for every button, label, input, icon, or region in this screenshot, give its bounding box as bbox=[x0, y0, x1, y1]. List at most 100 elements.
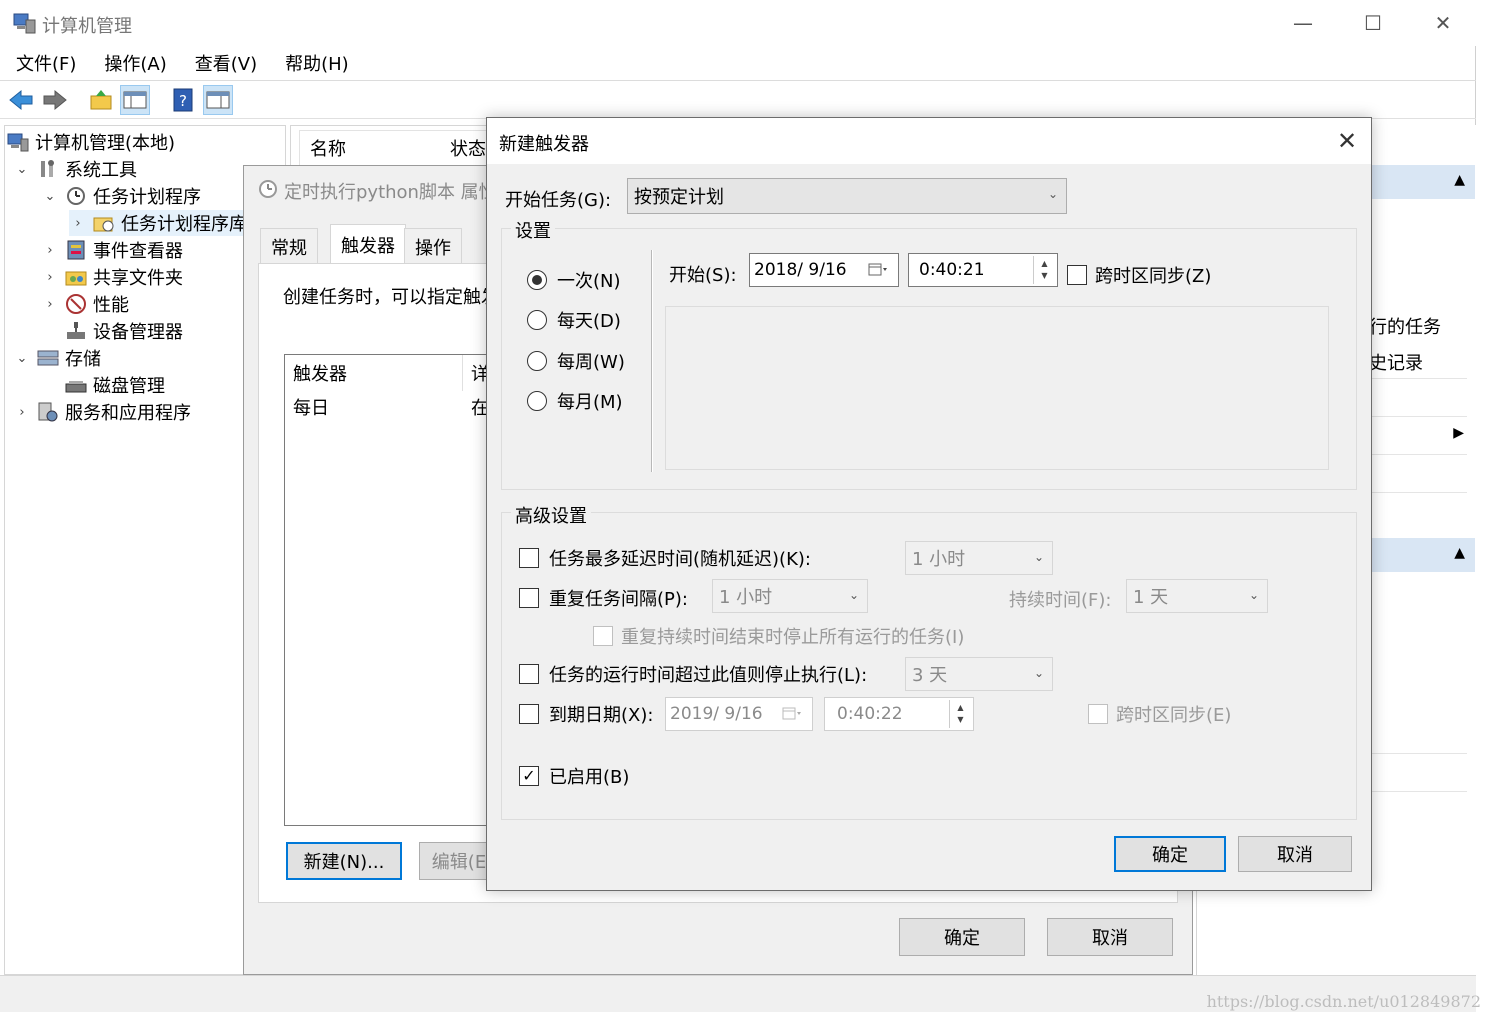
expire-sync-option[interactable]: 跨时区同步(E) bbox=[1088, 701, 1231, 727]
checkbox-label: 跨时区同步(E) bbox=[1116, 705, 1232, 726]
checkbox-label: 任务最多延迟时间(随机延迟)(K): bbox=[549, 549, 811, 570]
checkbox[interactable] bbox=[1088, 704, 1108, 724]
tab-actions[interactable]: 操作 bbox=[404, 228, 462, 264]
forward-arrow-icon[interactable] bbox=[40, 85, 70, 115]
action-pane-icon[interactable] bbox=[203, 85, 233, 115]
chevron-right-icon[interactable]: › bbox=[41, 270, 59, 285]
tree-label: 存储 bbox=[65, 349, 101, 370]
delay-select[interactable]: 1 小时 ⌄ bbox=[905, 541, 1053, 575]
stop-longer-select[interactable]: 3 天 ⌄ bbox=[905, 657, 1053, 691]
chevron-right-icon[interactable]: › bbox=[41, 297, 59, 312]
chevron-down-icon: ⌄ bbox=[1033, 666, 1044, 680]
delay-option[interactable]: 任务最多延迟时间(随机延迟)(K): bbox=[519, 545, 811, 571]
dialog-ok-button[interactable]: 确定 bbox=[1114, 836, 1226, 872]
chevron-right-icon[interactable]: › bbox=[69, 216, 87, 231]
repeat-interval-select[interactable]: 1 小时 ⌄ bbox=[712, 579, 868, 613]
checkbox[interactable] bbox=[519, 664, 539, 684]
checkbox[interactable] bbox=[593, 626, 613, 646]
menu-view[interactable]: 查看(V) bbox=[179, 50, 269, 76]
tree-item-services-apps[interactable]: › 服务和应用程序 bbox=[13, 399, 191, 425]
calendar-icon[interactable] bbox=[782, 706, 802, 727]
tree-item-system-tools[interactable]: ⌄ 系统工具 bbox=[13, 156, 137, 182]
collapse-icon[interactable]: ▲ bbox=[1454, 545, 1465, 561]
trigger-list[interactable]: 触发器 详 每日 在 bbox=[284, 354, 504, 826]
properties-cancel-button[interactable]: 取消 bbox=[1047, 918, 1173, 956]
enabled-option[interactable]: ✓ 已启用(B) bbox=[519, 763, 629, 789]
maximize-button[interactable]: ☐ bbox=[1338, 0, 1408, 46]
repeat-option[interactable]: 重复任务间隔(P): bbox=[519, 585, 688, 611]
radio-button[interactable] bbox=[527, 391, 547, 411]
menu-file[interactable]: 文件(F) bbox=[0, 50, 88, 76]
begin-task-select[interactable]: 按预定计划 ⌄ bbox=[627, 178, 1067, 214]
time-spinner[interactable]: ▲ ▼ bbox=[1033, 256, 1055, 284]
help-icon[interactable]: ? bbox=[168, 85, 198, 115]
collapse-icon[interactable]: ▲ bbox=[1454, 172, 1465, 188]
radio-weekly[interactable]: 每周(W) bbox=[527, 348, 625, 374]
expire-time-field[interactable]: 0:40:22 ▲ ▼ bbox=[824, 697, 974, 731]
menu-action[interactable]: 操作(A) bbox=[88, 50, 178, 76]
radio-daily[interactable]: 每天(D) bbox=[527, 307, 621, 333]
chevron-right-icon[interactable]: › bbox=[41, 243, 59, 258]
expire-option[interactable]: 到期日期(X): bbox=[519, 701, 653, 727]
stop-longer-value: 3 天 bbox=[912, 665, 948, 686]
duration-select[interactable]: 1 天 ⌄ bbox=[1126, 579, 1268, 613]
checkbox[interactable] bbox=[519, 588, 539, 608]
tab-general[interactable]: 常规 bbox=[260, 228, 318, 264]
tree-item-event-viewer[interactable]: › 事件查看器 bbox=[41, 237, 183, 263]
chevron-down-icon[interactable]: ⌄ bbox=[13, 351, 31, 366]
stop-all-option[interactable]: 重复持续时间结束时停止所有运行的任务(I) bbox=[593, 623, 964, 649]
action-running-tasks[interactable]: 行的任务 bbox=[1369, 313, 1441, 339]
time-spinner[interactable]: ▲ ▼ bbox=[949, 700, 971, 728]
device-manager-icon bbox=[65, 321, 87, 341]
tree-item-storage[interactable]: ⌄ 存储 bbox=[13, 345, 101, 371]
radio-button[interactable] bbox=[527, 310, 547, 330]
radio-button[interactable] bbox=[527, 270, 547, 290]
tree-item-computer-management[interactable]: 计算机管理(本地) bbox=[7, 129, 175, 155]
checkbox[interactable] bbox=[519, 704, 539, 724]
dialog-close-button[interactable]: ✕ bbox=[1329, 124, 1365, 158]
chevron-down-icon[interactable]: ⌄ bbox=[13, 162, 31, 177]
back-arrow-icon[interactable] bbox=[6, 85, 36, 115]
expire-date-picker[interactable]: 2019/ 9/16 bbox=[665, 697, 813, 731]
stop-longer-option[interactable]: 任务的运行时间超过此值则停止执行(L): bbox=[519, 661, 867, 687]
close-button[interactable]: ✕ bbox=[1408, 0, 1478, 46]
checkbox[interactable] bbox=[1067, 265, 1087, 285]
advanced-label: 高级设置 bbox=[511, 502, 591, 528]
divider bbox=[1369, 454, 1467, 455]
properties-ok-button[interactable]: 确定 bbox=[899, 918, 1025, 956]
calendar-icon[interactable] bbox=[868, 262, 888, 283]
sync-timezone-option[interactable]: 跨时区同步(Z) bbox=[1067, 262, 1211, 288]
minimize-button[interactable]: — bbox=[1268, 0, 1338, 46]
chevron-right-icon[interactable]: › bbox=[13, 405, 31, 420]
triggers-description: 创建任务时，可以指定触发 bbox=[283, 287, 499, 308]
tab-triggers[interactable]: 触发器 bbox=[330, 224, 406, 264]
tree-item-disk-management[interactable]: 磁盘管理 bbox=[65, 372, 165, 398]
dialog-cancel-button[interactable]: 取消 bbox=[1238, 836, 1352, 872]
checkbox-checked[interactable]: ✓ bbox=[519, 766, 539, 786]
radio-once[interactable]: 一次(N) bbox=[527, 267, 621, 293]
new-trigger-button[interactable]: 新建(N)... bbox=[286, 842, 402, 880]
column-trigger[interactable]: 触发器 bbox=[285, 355, 463, 391]
radio-monthly[interactable]: 每月(M) bbox=[527, 388, 623, 414]
tree-item-device-manager[interactable]: 设备管理器 bbox=[65, 318, 183, 344]
expand-icon[interactable]: ▶ bbox=[1453, 425, 1464, 441]
tree-item-task-scheduler[interactable]: ⌄ 任务计划程序 bbox=[41, 183, 201, 209]
tree-item-performance[interactable]: › 性能 bbox=[41, 291, 129, 317]
dialog-title: 新建触发器 bbox=[499, 134, 589, 155]
chevron-down-icon[interactable]: ⌄ bbox=[41, 189, 59, 204]
tree-item-shared-folders[interactable]: › 共享文件夹 bbox=[41, 264, 183, 290]
radio-button[interactable] bbox=[527, 351, 547, 371]
begin-task-value: 按预定计划 bbox=[634, 187, 724, 208]
up-folder-icon[interactable] bbox=[86, 85, 116, 115]
column-status[interactable]: 状态 bbox=[450, 135, 486, 161]
menu-help[interactable]: 帮助(H) bbox=[269, 50, 361, 76]
column-name[interactable]: 名称 bbox=[300, 135, 450, 161]
start-time-field[interactable]: 0:40:21 ▲ ▼ bbox=[908, 253, 1058, 287]
action-history[interactable]: 史记录 bbox=[1369, 349, 1423, 375]
table-row[interactable]: 每日 在 bbox=[285, 393, 505, 421]
radio-label: 一次(N) bbox=[557, 271, 621, 292]
console-tree-icon[interactable] bbox=[120, 85, 150, 115]
tree-label: 系统工具 bbox=[65, 160, 137, 181]
start-date-picker[interactable]: 2018/ 9/16 bbox=[749, 253, 899, 287]
checkbox[interactable] bbox=[519, 548, 539, 568]
